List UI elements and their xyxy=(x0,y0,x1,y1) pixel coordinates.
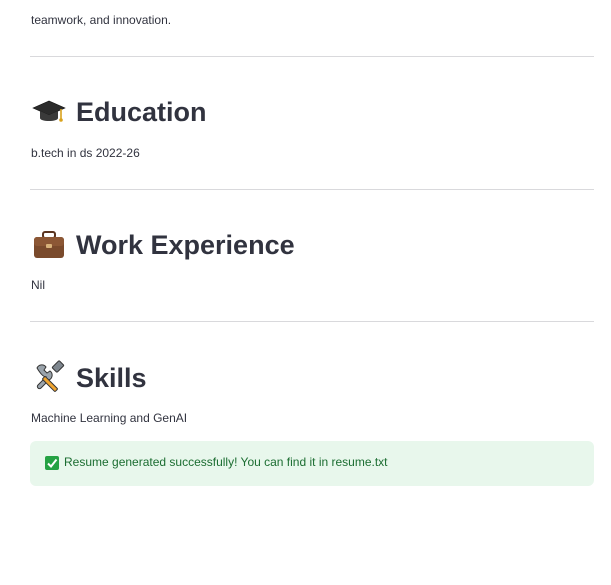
success-alert: Resume generated successfully! You can f… xyxy=(30,441,594,486)
work-experience-body: Nil xyxy=(31,278,45,292)
graduation-cap-icon xyxy=(31,94,67,130)
summary-text-line: teamwork, and innovation. xyxy=(31,13,172,27)
divider-2 xyxy=(30,189,594,190)
work-experience-heading: Work Experience xyxy=(31,227,295,263)
summary-text-tail: teamwork, and innovation. xyxy=(31,10,591,30)
divider-1 xyxy=(30,56,594,57)
check-box-icon xyxy=(45,456,59,470)
education-title: Education xyxy=(76,96,207,127)
tools-icon xyxy=(31,360,67,396)
divider-3 xyxy=(30,321,594,322)
skills-heading: Skills xyxy=(31,360,147,396)
work-experience-title: Work Experience xyxy=(76,229,295,260)
education-heading: Education xyxy=(31,94,207,130)
success-message: Resume generated successfully! You can f… xyxy=(64,455,388,469)
skills-title: Skills xyxy=(76,362,147,393)
skills-body: Machine Learning and GenAI xyxy=(31,411,188,425)
education-body: b.tech in ds 2022-26 xyxy=(31,146,140,160)
briefcase-icon xyxy=(31,227,67,263)
resume-page: teamwork, and innovation. Education b.te… xyxy=(0,0,611,585)
